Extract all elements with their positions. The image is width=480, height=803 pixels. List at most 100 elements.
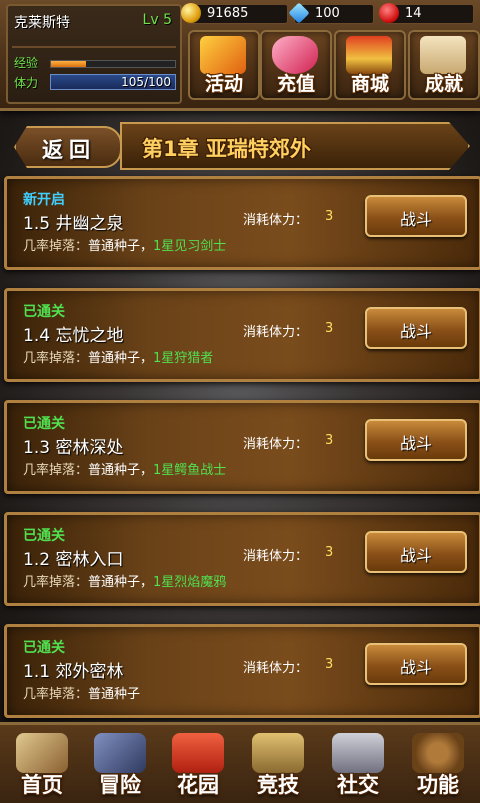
stamina-cost-label: 消耗体力： — [243, 661, 309, 676]
drop-rare: 1星见习剑士 — [153, 239, 227, 254]
nav-functions[interactable]: 功能 — [400, 729, 476, 801]
sword-helmet-icon — [94, 733, 146, 773]
exp-label: 经验 — [14, 56, 39, 70]
stage-card: 已通关 1.3 密林深处 几率掉落：普通种子，1星鳄鱼战士 消耗体力： 3 战斗 — [4, 400, 480, 494]
drop-normal: 普通种子， — [88, 351, 154, 366]
gem-value: 100 — [315, 6, 340, 21]
stage-drops: 几率掉落：普通种子，1星鳄鱼战士 — [23, 459, 226, 478]
back-label: 返回 — [42, 138, 96, 162]
activity-label: 活动 — [204, 73, 243, 95]
nav-garden[interactable]: 花园 — [160, 729, 236, 801]
stage-name: 1.3 密林深处 — [23, 438, 124, 458]
nav-adventure[interactable]: 冒险 — [82, 729, 158, 801]
exp-bar-fill — [51, 61, 86, 67]
heart-icon — [379, 3, 399, 23]
activity-button[interactable]: 活动 — [188, 30, 260, 100]
stamina-cost-value: 3 — [325, 321, 334, 336]
nav-home-label: 首页 — [21, 773, 63, 797]
shop-label: 商城 — [350, 73, 389, 95]
stage-status: 已通关 — [23, 304, 65, 320]
nav-social-label: 社交 — [337, 773, 379, 797]
player-name: 克莱斯特 — [14, 15, 70, 31]
stage-drops: 几率掉落：普通种子，1星见习剑士 — [23, 235, 226, 254]
fight-button[interactable]: 战斗 — [365, 419, 467, 461]
chapter-title-banner: 第1章 亚瑞特郊外 — [120, 122, 470, 170]
top-bar: 克莱斯特 Lv 5 经验 体力 105/100 91685 100 14 活动 … — [0, 0, 480, 111]
stamina-cost-value: 3 — [325, 433, 334, 448]
drop-normal: 普通种子， — [88, 575, 154, 590]
gold-value: 91685 — [207, 6, 249, 21]
drop-label: 几率掉落： — [23, 239, 89, 254]
nav-functions-label: 功能 — [417, 773, 459, 797]
stage-status: 已通关 — [23, 640, 65, 656]
nav-arena-label: 竞技 — [257, 773, 299, 797]
nav-arena[interactable]: 竞技 — [240, 729, 316, 801]
recharge-label: 充值 — [276, 73, 315, 95]
stage-card: 已通关 1.2 密林入口 几率掉落：普通种子，1星烈焰魔鸦 消耗体力： 3 战斗 — [4, 512, 480, 606]
fight-label: 战斗 — [399, 546, 432, 565]
stamina-value: 105/100 — [121, 75, 171, 89]
drop-label: 几率掉落： — [23, 687, 89, 702]
stamina-cost-label: 消耗体力： — [243, 549, 309, 564]
stamina-cost-label: 消耗体力： — [243, 437, 309, 452]
exp-bar — [50, 60, 176, 68]
stage-name: 1.5 井幽之泉 — [23, 214, 124, 234]
drop-label: 几率掉落： — [23, 463, 89, 478]
fight-label: 战斗 — [399, 434, 432, 453]
ship-wheel-icon — [412, 733, 464, 773]
fight-button[interactable]: 战斗 — [365, 307, 467, 349]
divider — [12, 46, 176, 48]
heart-value: 14 — [405, 6, 422, 21]
heart-counter: 14 — [379, 3, 474, 24]
player-panel[interactable]: 克莱斯特 Lv 5 经验 体力 105/100 — [6, 4, 182, 104]
nav-social[interactable]: 社交 — [320, 729, 396, 801]
drop-normal: 普通种子 — [88, 687, 141, 702]
stage-name: 1.2 密林入口 — [23, 550, 124, 570]
nav-garden-label: 花园 — [177, 773, 219, 797]
stage-card: 已通关 1.1 郊外密林 几率掉落：普通种子 消耗体力： 3 战斗 — [4, 624, 480, 718]
stage-status: 已通关 — [23, 528, 65, 544]
achievement-button[interactable]: 成就 — [408, 30, 480, 100]
flower-icon — [172, 733, 224, 773]
shop-button[interactable]: 商城 — [334, 30, 406, 100]
stamina-label: 体力 — [14, 76, 39, 90]
stage-card: 已通关 1.4 忘忧之地 几率掉落：普通种子，1星狩猎者 消耗体力： 3 战斗 — [4, 288, 480, 382]
handshake-icon — [332, 733, 384, 773]
achievement-label: 成就 — [424, 73, 463, 95]
arena-icon — [252, 733, 304, 773]
back-button[interactable]: 返回 — [14, 126, 122, 168]
stamina-cost-label: 消耗体力： — [243, 325, 309, 340]
stage-name: 1.4 忘忧之地 — [23, 326, 124, 346]
drop-rare: 1星鳄鱼战士 — [153, 463, 227, 478]
drop-label: 几率掉落： — [23, 351, 89, 366]
fight-label: 战斗 — [399, 210, 432, 229]
fight-button[interactable]: 战斗 — [365, 195, 467, 237]
bottom-nav: 首页 冒险 花园 竞技 社交 功能 — [0, 722, 480, 803]
fight-button[interactable]: 战斗 — [365, 531, 467, 573]
stamina-cost-value: 3 — [325, 545, 334, 560]
chapter-title: 第1章 亚瑞特郊外 — [142, 137, 311, 161]
stage-card: 新开启 1.5 井幽之泉 几率掉落：普通种子，1星见习剑士 消耗体力： 3 战斗 — [4, 176, 480, 270]
stage-drops: 几率掉落：普通种子 — [23, 683, 140, 702]
stage-name: 1.1 郊外密林 — [23, 662, 124, 682]
drop-rare: 1星烈焰魔鸦 — [153, 575, 227, 590]
stage-drops: 几率掉落：普通种子，1星狩猎者 — [23, 347, 213, 366]
stamina-bar: 105/100 — [50, 74, 176, 90]
fight-label: 战斗 — [399, 658, 432, 677]
stage-status: 已通关 — [23, 416, 65, 432]
nav-home[interactable]: 首页 — [4, 729, 80, 801]
gold-counter: 91685 — [181, 3, 288, 24]
recharge-button[interactable]: 充值 — [260, 30, 332, 100]
stage-drops: 几率掉落：普通种子，1星烈焰魔鸦 — [23, 571, 226, 590]
drop-rare: 1星狩猎者 — [153, 351, 214, 366]
player-level: Lv 5 — [142, 12, 172, 28]
gem-counter: 100 — [288, 2, 374, 24]
drop-normal: 普通种子， — [88, 463, 154, 478]
drop-label: 几率掉落： — [23, 575, 89, 590]
book-icon — [16, 733, 68, 773]
gold-coin-icon — [181, 3, 201, 23]
fight-button[interactable]: 战斗 — [365, 643, 467, 685]
chapter-bar: 返回 第1章 亚瑞特郊外 — [0, 118, 480, 170]
nav-adventure-label: 冒险 — [99, 773, 141, 797]
fight-label: 战斗 — [399, 322, 432, 341]
